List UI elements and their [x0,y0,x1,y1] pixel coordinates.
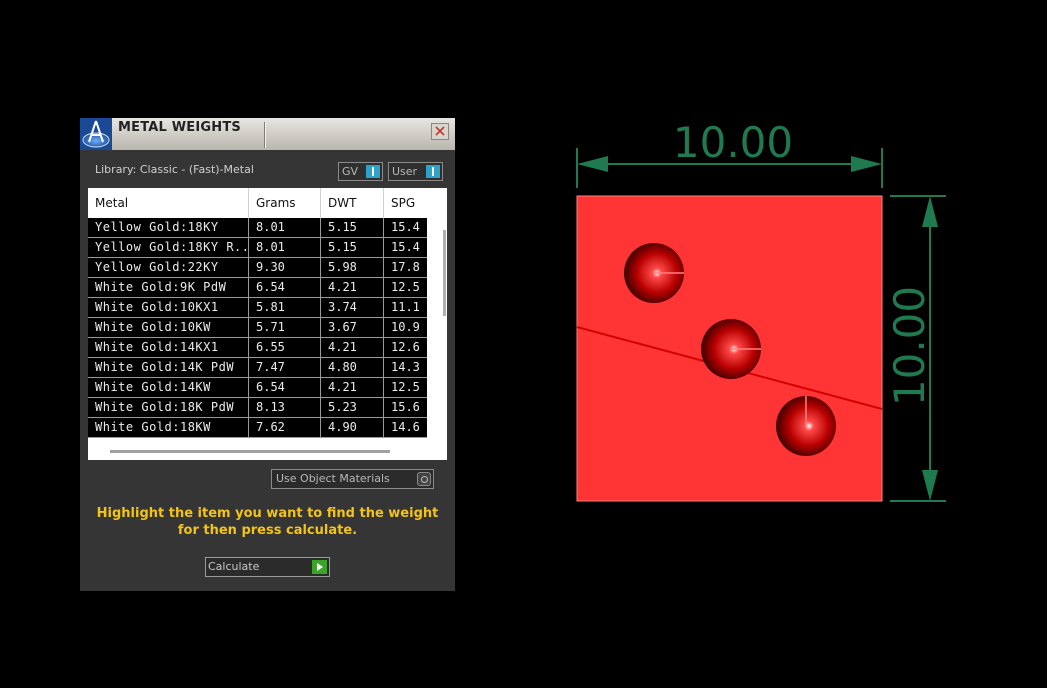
cell-grams: 9.30 [249,258,321,277]
cell-dwt: 4.80 [321,358,384,377]
cell-grams: 7.62 [249,418,321,437]
panel-titlebar[interactable]: METAL WEIGHTS [80,118,455,150]
gem-2[interactable] [701,319,761,379]
design-viewport[interactable]: 10.00 10.00 [560,110,960,530]
library-label: Library: Classic - (Fast)-Metal [95,163,254,176]
cell-dwt: 3.74 [321,298,384,317]
cell-metal: White Gold:10KW [88,318,249,337]
cell-dwt: 4.21 [321,338,384,357]
cell-metal: Yellow Gold:18KY R... [88,238,249,257]
cell-metal: White Gold:9K PdW [88,278,249,297]
help-text-line-2: for then press calculate. [177,523,358,538]
gv-toggle-label: GV [342,165,359,178]
vertical-scrollbar[interactable] [443,230,446,316]
cell-dwt: 5.15 [321,218,384,237]
cell-dwt: 5.15 [321,238,384,257]
metal-table: Metal Grams DWT SPG Yellow Gold:18KY 8.01… [88,188,447,460]
gem-1[interactable] [624,243,684,303]
cell-metal: White Gold:18K PdW [88,398,249,417]
use-object-materials-label: Use Object Materials [276,472,390,485]
cell-spg: 15.4 [391,220,420,234]
cell-grams: 6.54 [249,378,321,397]
table-row[interactable]: White Gold:9K PdW 6.54 4.21 12.5 [88,278,427,298]
app-logo-icon [80,118,112,150]
cell-spg: 10.9 [391,320,420,334]
use-object-materials-radio[interactable] [417,472,431,486]
cell-spg: 17.8 [391,260,420,274]
gem-3[interactable] [776,396,836,456]
cell-spg: 12.6 [391,340,420,354]
user-toggle-label: User [392,165,418,178]
cell-metal: White Gold:14K PdW [88,358,249,377]
panel-title: METAL WEIGHTS [118,120,241,135]
cell-dwt: 4.21 [321,278,384,297]
titlebar-divider [264,122,266,148]
user-toggle-switch[interactable] [426,165,440,178]
close-icon [435,126,445,136]
user-toggle[interactable]: User [388,162,443,181]
height-dimension-label: 10.00 [885,286,934,406]
table-header: Metal Grams DWT SPG [88,188,427,218]
table-row[interactable]: White Gold:14K PdW 7.47 4.80 14.3 [88,358,427,378]
width-dimension-label: 10.00 [673,118,793,167]
cell-spg: 12.5 [391,380,420,394]
height-dimension: 10.00 [885,195,946,502]
cell-spg: 14.3 [391,360,420,374]
cell-grams: 8.01 [249,238,321,257]
use-object-materials-toggle[interactable]: Use Object Materials [271,469,434,489]
cell-dwt: 5.98 [321,258,384,277]
cell-metal: White Gold:14KX1 [88,338,249,357]
calculate-button[interactable]: Calculate [205,557,330,577]
cell-grams: 5.81 [249,298,321,317]
cell-spg: 11.1 [391,300,420,314]
table-row[interactable]: White Gold:10KW 5.71 3.67 10.9 [88,318,427,338]
cell-grams: 6.55 [249,338,321,357]
close-button[interactable] [431,123,449,140]
help-text-line-1: Highlight the item you want to find the … [96,506,439,521]
cell-metal: Yellow Gold:22KY [88,258,249,277]
cell-dwt: 4.21 [321,378,384,397]
cell-metal: White Gold:18KW [88,418,249,437]
table-row[interactable]: White Gold:18K PdW 8.13 5.23 15.6 [88,398,427,418]
table-row[interactable]: Yellow Gold:18KY R... 8.01 5.15 15.4 [88,238,427,258]
column-header-dwt[interactable]: DWT [321,188,384,218]
table-row[interactable]: White Gold:10KX1 5.81 3.74 11.1 [88,298,427,318]
table-row[interactable]: Yellow Gold:22KY 9.30 5.98 17.8 [88,258,427,278]
gv-toggle[interactable]: GV [338,162,383,181]
cell-spg: 14.6 [391,420,420,434]
cell-dwt: 5.23 [321,398,384,417]
calculate-label: Calculate [208,560,260,573]
cell-spg: 15.6 [391,400,420,414]
cell-metal: White Gold:14KW [88,378,249,397]
cell-grams: 6.54 [249,278,321,297]
metal-weights-panel: METAL WEIGHTS Library: Classic - (Fast)-… [80,118,455,591]
table-row[interactable]: Yellow Gold:18KY 8.01 5.15 15.4 [88,218,427,238]
column-header-metal[interactable]: Metal [88,188,249,218]
column-header-grams[interactable]: Grams [249,188,321,218]
gv-toggle-switch[interactable] [366,165,380,178]
play-icon[interactable] [312,560,327,574]
table-row[interactable]: White Gold:14KX1 6.55 4.21 12.6 [88,338,427,358]
table-row[interactable]: White Gold:14KW 6.54 4.21 12.5 [88,378,427,398]
cell-dwt: 4.90 [321,418,384,437]
width-dimension: 10.00 [576,118,883,188]
cell-spg: 15.4 [391,240,420,254]
cell-grams: 8.01 [249,218,321,237]
horizontal-scrollbar[interactable] [110,450,390,453]
help-text: Highlight the item you want to find the … [80,505,455,539]
cell-dwt: 3.67 [321,318,384,337]
cell-metal: Yellow Gold:18KY [88,218,249,237]
cell-grams: 8.13 [249,398,321,417]
cell-grams: 5.71 [249,318,321,337]
column-header-spg[interactable]: SPG [384,188,427,218]
cell-grams: 7.47 [249,358,321,377]
cell-metal: White Gold:10KX1 [88,298,249,317]
cell-spg: 12.5 [391,280,420,294]
table-row[interactable]: White Gold:18KW 7.62 4.90 14.6 [88,418,427,438]
